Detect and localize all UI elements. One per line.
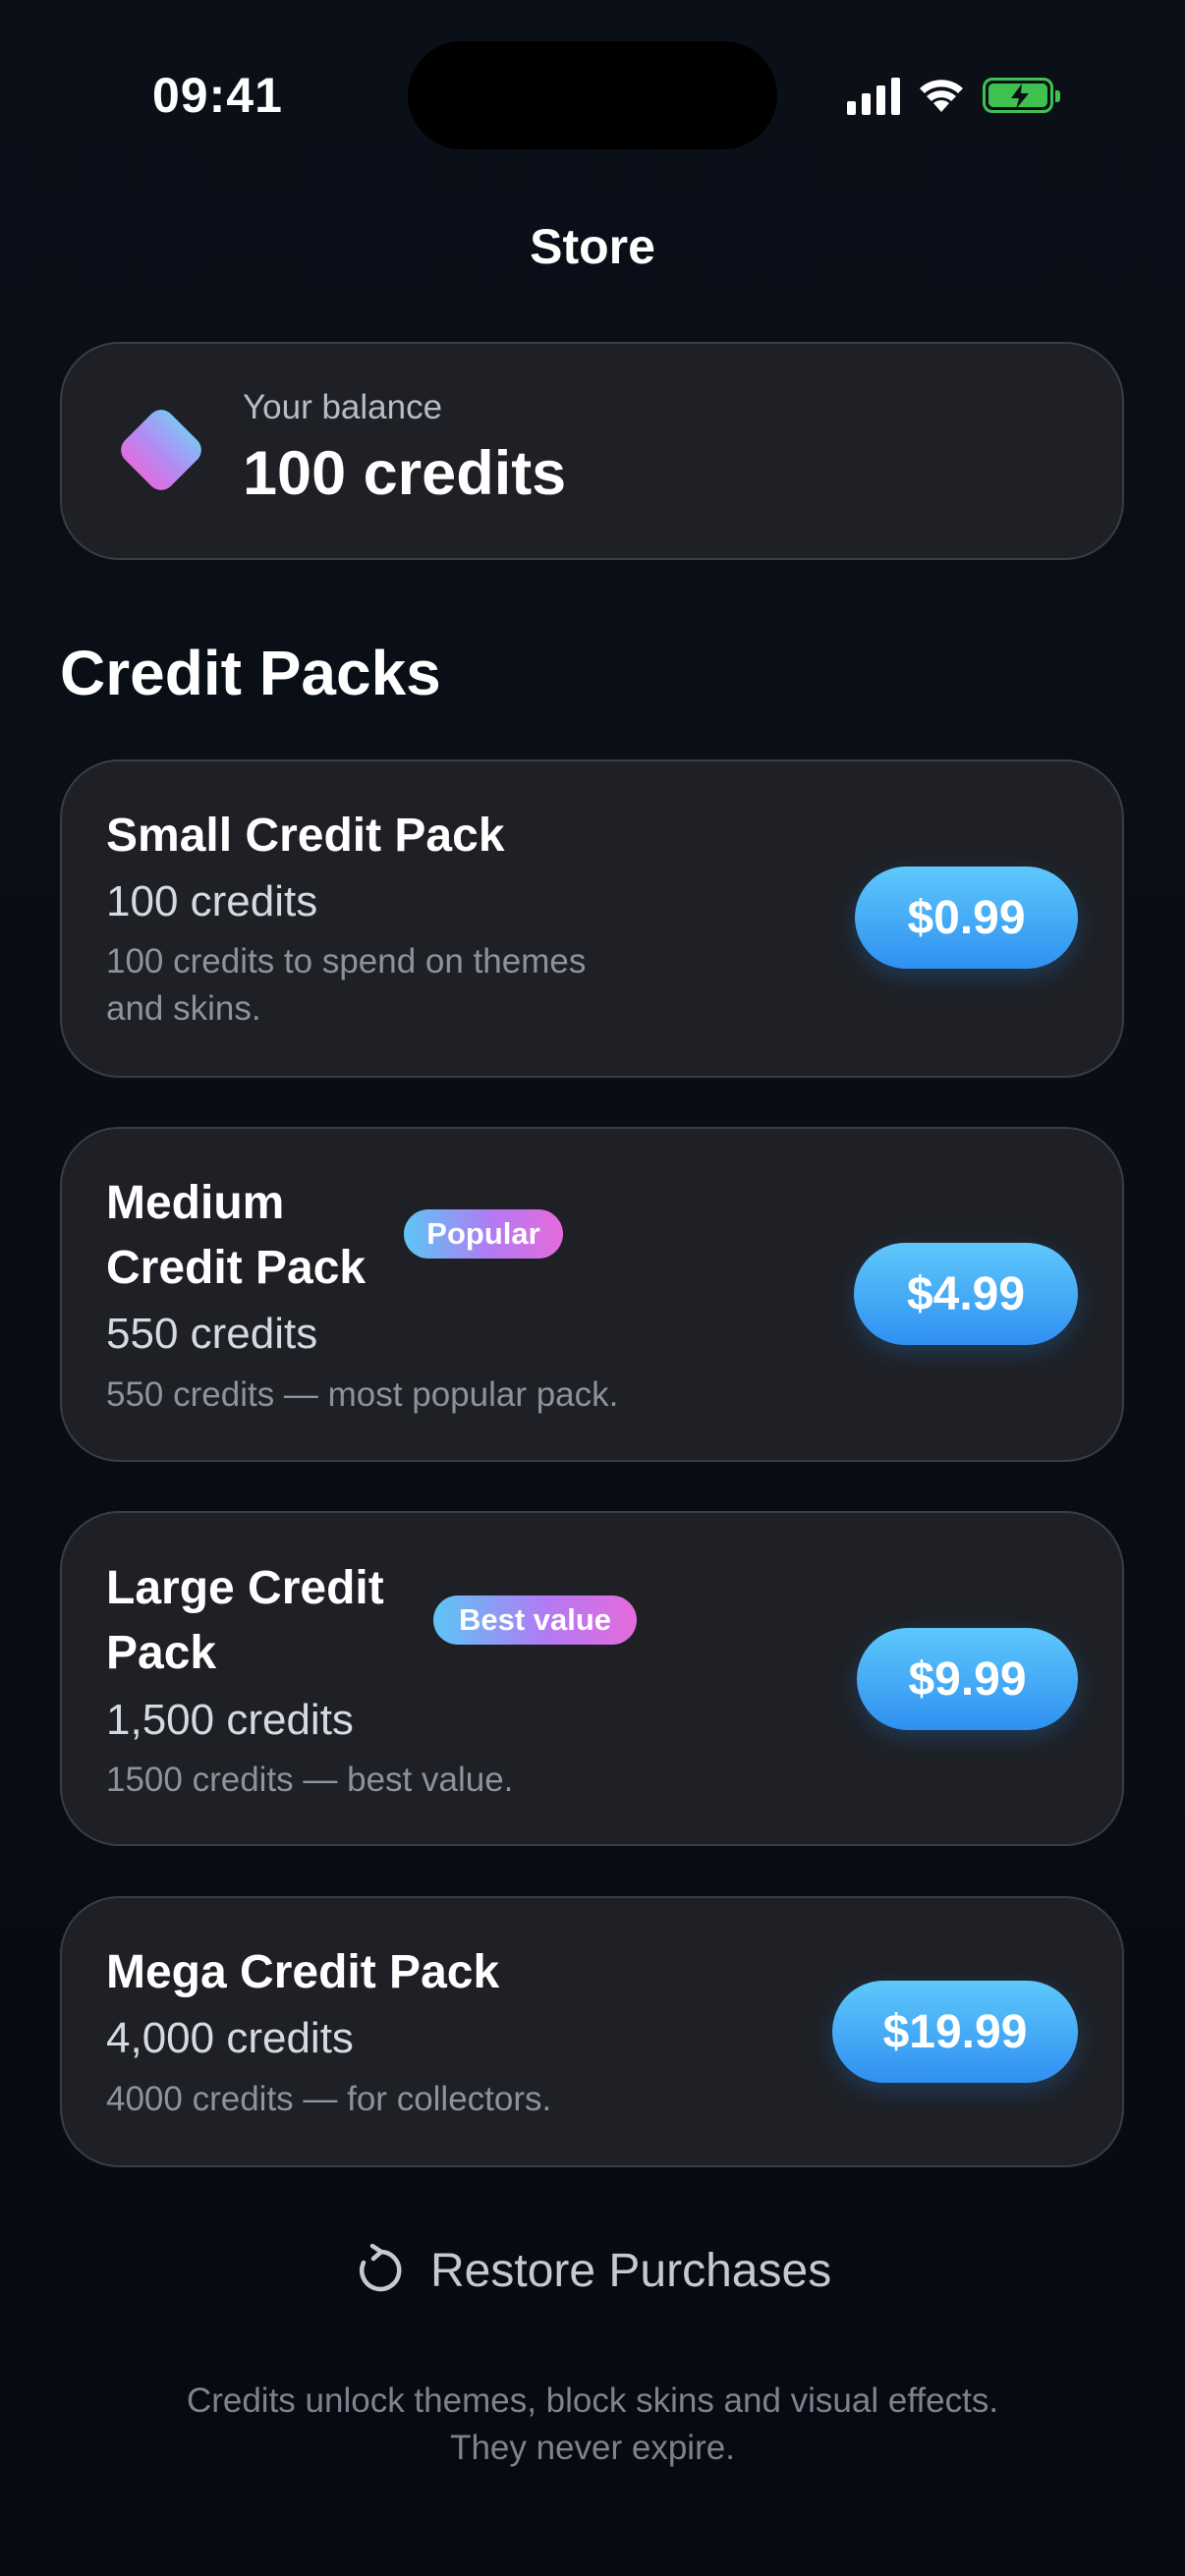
pack-title: Medium Credit Pack [106,1171,366,1301]
refresh-icon [360,2244,402,2292]
best-value-badge: Best value [433,1596,637,1645]
cellular-signal-icon [847,76,900,115]
pack-description: 100 credits to spend on themes and skins… [106,938,586,1033]
popular-badge: Popular [404,1209,563,1259]
pack-title: Small Credit Pack [106,810,505,862]
footer-note-line: Credits unlock themes, block skins and v… [186,2381,999,2420]
footer-note-line: They never expire. [450,2429,735,2467]
dynamic-island [408,41,777,149]
balance-card [60,342,1124,560]
pack-title-line: Large Credit [106,1562,384,1614]
buy-medium-pack-button[interactable]: $4.99 [854,1243,1078,1345]
pack-title: Large Credit Pack [106,1556,384,1686]
buy-large-pack-button[interactable]: $9.99 [857,1628,1078,1730]
balance-value: 100 credits [243,439,567,508]
pack-credits: 4,000 credits [106,2014,354,2062]
pack-description: 1500 credits — best value. [106,1761,514,1799]
pack-description: 4000 credits — for collectors. [106,2080,552,2118]
status-icons [847,71,1060,120]
store-screen: 09:41 Store Your balance 100 credits Cre… [0,0,1185,2576]
pack-credits: 550 credits [106,1310,318,1358]
status-time: 09:41 [152,68,283,123]
restore-purchases-button[interactable]: Restore Purchases [354,2236,831,2305]
pack-title-line: Pack [106,1627,217,1679]
pack-credits: 1,500 credits [106,1696,354,1744]
buy-small-pack-button[interactable]: $0.99 [855,867,1078,969]
pack-credits: 100 credits [106,877,318,925]
pack-title-line: Credit Pack [106,1242,367,1294]
pack-title: Mega Credit Pack [106,1946,500,1998]
battery-icon [983,78,1060,113]
page-title: Store [530,219,655,274]
gem-icon [121,410,201,490]
buy-mega-pack-button[interactable]: $19.99 [832,1981,1078,2083]
pack-description: 550 credits — most popular pack. [106,1375,619,1414]
balance-label: Your balance [243,388,443,426]
footer-note: Credits unlock themes, block skins and v… [0,2378,1185,2472]
pack-description-line: and skins. [106,989,261,1028]
pack-title-line: Medium [106,1177,285,1229]
section-title: Credit Packs [60,638,441,708]
restore-purchases-label: Restore Purchases [430,2244,832,2297]
wifi-icon [920,80,963,112]
pack-description-line: 100 credits to spend on themes [106,942,587,980]
